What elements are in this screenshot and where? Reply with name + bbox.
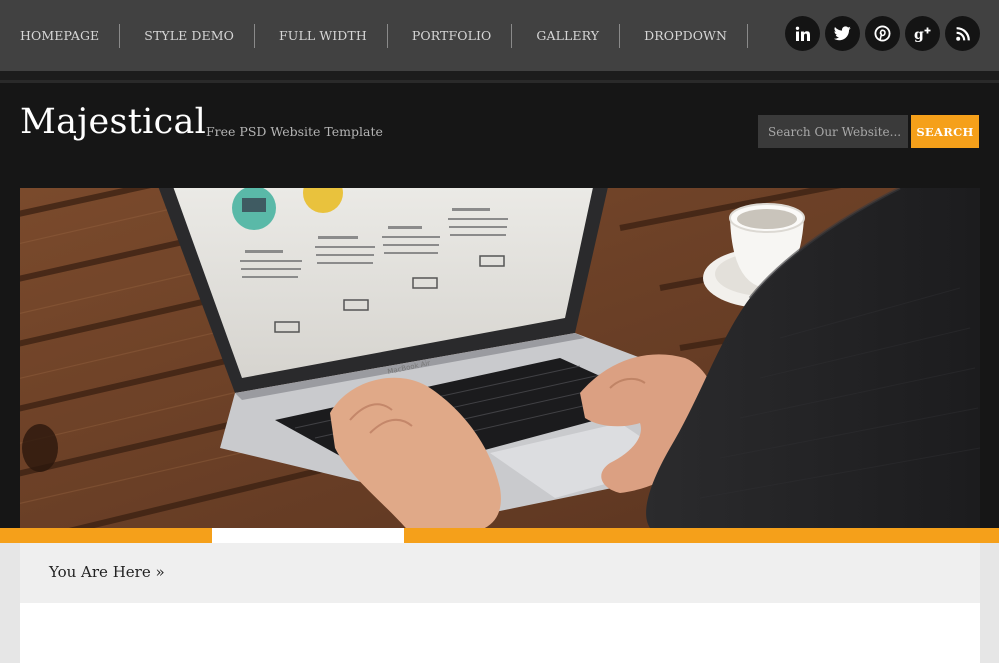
search-input[interactable] <box>758 115 908 148</box>
nav-item-gallery[interactable]: GALLERY <box>536 24 621 48</box>
topbar-divider <box>0 71 999 83</box>
svg-text:g: g <box>914 27 924 42</box>
twitter-icon <box>834 26 851 41</box>
tab-1[interactable] <box>0 528 212 543</box>
site-logo[interactable]: Majestical <box>20 102 206 142</box>
breadcrumb: You Are Here » <box>20 543 980 603</box>
main-nav: HOMEPAGE STYLE DEMO FULL WIDTH PORTFOLIO… <box>20 24 749 48</box>
nav-item-homepage[interactable]: HOMEPAGE <box>20 24 121 48</box>
breadcrumb-label: You Are Here » <box>49 563 165 581</box>
nav-item-full-width[interactable]: FULL WIDTH <box>279 24 388 48</box>
google-plus-link[interactable]: g <box>905 16 940 51</box>
linkedin-link[interactable] <box>785 16 820 51</box>
site-tagline: Free PSD Website Template <box>206 124 383 139</box>
content-panel <box>20 603 980 663</box>
nav-item-portfolio[interactable]: PORTFOLIO <box>412 24 513 48</box>
hero-image: MacBook Air <box>20 188 980 528</box>
tab-strip <box>0 528 999 543</box>
search-button[interactable]: SEARCH <box>911 115 979 148</box>
tab-3[interactable] <box>404 528 999 543</box>
twitter-link[interactable] <box>825 16 860 51</box>
pinterest-link[interactable] <box>865 16 900 51</box>
linkedin-icon <box>795 26 810 41</box>
tab-2-active[interactable] <box>212 528 404 543</box>
nav-item-style-demo[interactable]: STYLE DEMO <box>144 24 256 48</box>
google-plus-icon: g <box>914 27 930 42</box>
rss-icon <box>955 26 970 41</box>
social-links: g <box>785 16 980 51</box>
rss-link[interactable] <box>945 16 980 51</box>
nav-item-dropdown[interactable]: DROPDOWN <box>644 24 749 48</box>
pinterest-icon <box>874 25 891 42</box>
top-navigation-bar: HOMEPAGE STYLE DEMO FULL WIDTH PORTFOLIO… <box>0 0 999 71</box>
